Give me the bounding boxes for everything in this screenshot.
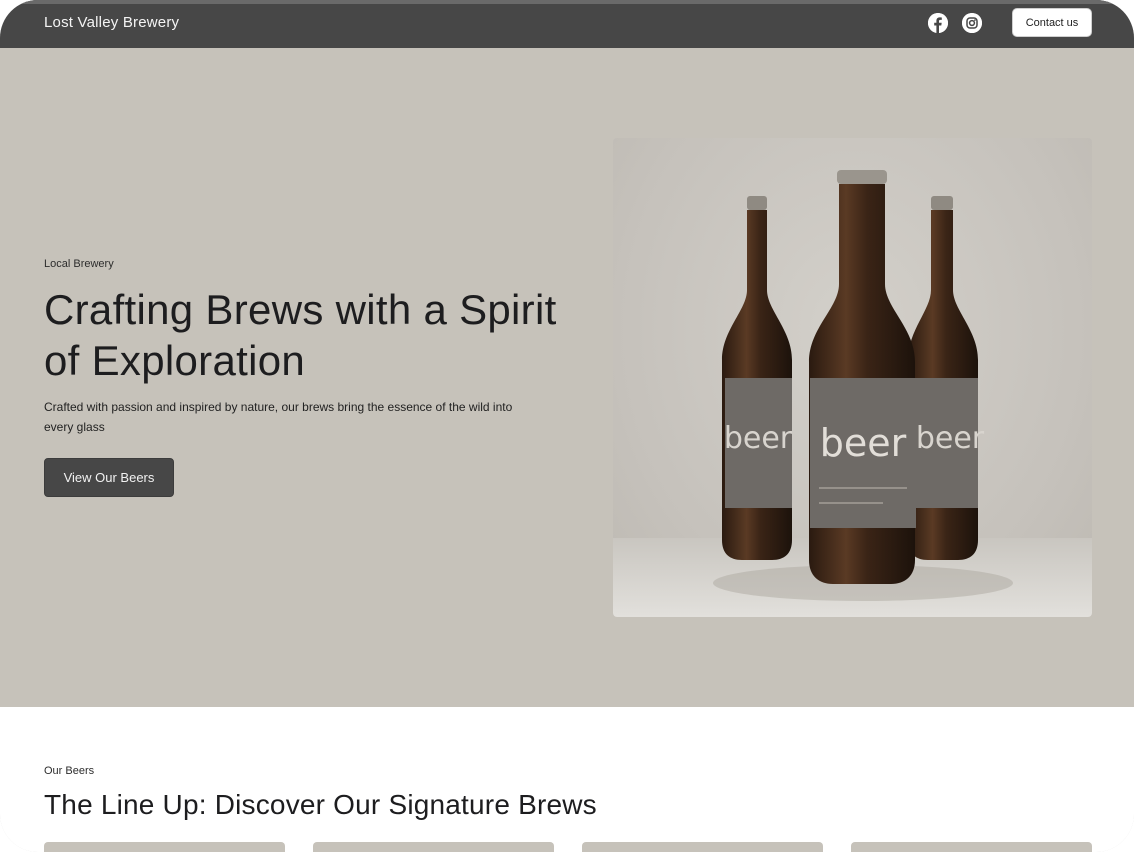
svg-text:beer: beer [916,421,985,456]
svg-text:beer: beer [820,421,907,465]
beer-bottles-image: beer beer beer [613,138,1092,617]
our-beers-section: Our Beers The Line Up: Discover Our Sign… [0,707,1134,852]
hero-description: Crafted with passion and inspired by nat… [44,400,513,434]
beer-card[interactable] [582,842,823,852]
view-our-beers-button[interactable]: View Our Beers [44,458,174,497]
beers-eyebrow: Our Beers [44,765,95,777]
beers-title: The Line Up: Discover Our Signature Brew… [44,789,597,820]
hero-section: Local Brewery Crafting Brews with a Spir… [0,48,1134,707]
browser-frame: Lost Valley Brewery Contact us Local Bre… [0,0,1134,852]
bottle-center: beer [809,170,916,584]
contact-us-button[interactable]: Contact us [1012,8,1092,37]
beer-card[interactable] [44,842,285,852]
bottle-right: beer [908,196,985,560]
beer-card[interactable] [851,842,1092,852]
bottle-left: beer [722,196,793,560]
instagram-icon[interactable] [962,13,982,33]
site-header: Lost Valley Brewery Contact us [0,0,1134,48]
brand-name[interactable]: Lost Valley Brewery [44,14,179,31]
hero-title: Crafting Brews with a Spirit of Explorat… [44,286,557,384]
hero-eyebrow: Local Brewery [44,258,114,270]
svg-text:beer: beer [724,421,793,456]
beer-card[interactable] [313,842,554,852]
facebook-icon[interactable] [928,13,948,33]
